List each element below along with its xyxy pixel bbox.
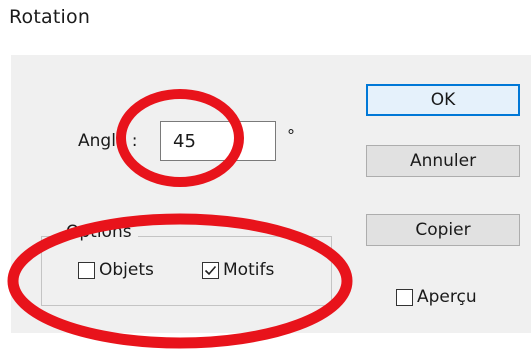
preview-checkbox[interactable]: Aperçu [396,287,477,307]
dialog-title: Rotation [9,6,91,28]
rotation-dialog: Rotation Angle : ° OK Annuler Copier Opt… [0,0,531,354]
cancel-button[interactable]: Annuler [366,145,520,177]
angle-label: Angle : [78,131,138,151]
objets-checkbox-box[interactable] [78,261,95,279]
copy-button[interactable]: Copier [366,214,520,246]
preview-checkbox-box[interactable] [396,288,413,306]
degree-unit: ° [287,126,295,145]
ok-button[interactable]: OK [366,84,520,116]
angle-input[interactable] [160,121,276,161]
options-legend: Options [60,222,138,242]
motifs-checkbox-box[interactable] [202,261,219,279]
preview-checkbox-label: Aperçu [417,287,477,307]
checkmark-icon [204,265,217,275]
objets-checkbox-label: Objets [99,260,154,280]
objets-checkbox[interactable]: Objets [78,260,154,280]
motifs-checkbox[interactable]: Motifs [202,260,274,280]
motifs-checkbox-label: Motifs [223,260,275,280]
